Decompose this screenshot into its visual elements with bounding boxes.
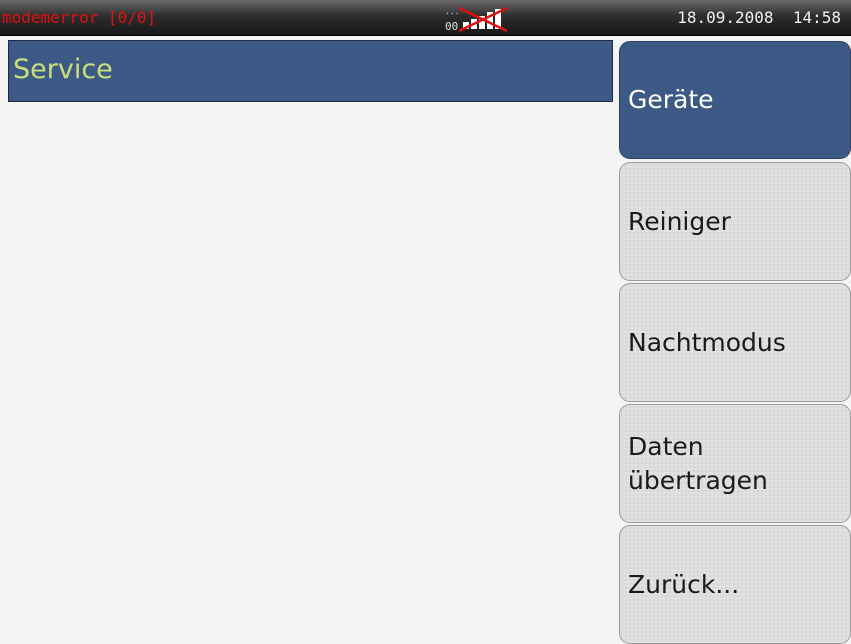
status-bar: modemerror [0/0] ... 00 18.09.2008 14:58 xyxy=(0,0,851,36)
menu-button-zurueck[interactable]: Zurück... xyxy=(619,525,851,644)
menu-button-daten-uebertragen[interactable]: Daten übertragen xyxy=(619,404,851,523)
menu-button-reiniger[interactable]: Reiniger xyxy=(619,162,851,281)
modem-error-status: modemerror [0/0] xyxy=(2,8,157,27)
svg-text:...: ... xyxy=(445,7,459,16)
page-title: Service xyxy=(13,54,113,85)
main-content-area: Service xyxy=(0,36,617,644)
menu-button-geraete[interactable]: Geräte xyxy=(619,41,851,159)
datetime-display: 18.09.2008 14:58 xyxy=(677,8,841,27)
menu-button-label: Geräte xyxy=(628,85,714,114)
menu-button-label: Nachtmodus xyxy=(628,327,786,357)
menu-button-nachtmodus[interactable]: Nachtmodus xyxy=(619,283,851,402)
page-title-bar: Service xyxy=(8,40,613,102)
menu-button-label: Daten übertragen xyxy=(628,431,768,495)
signal-counter: 00 xyxy=(445,20,458,32)
menu-button-label: Zurück... xyxy=(628,569,740,599)
menu-button-label: Reiniger xyxy=(628,206,731,236)
signal-strength-crossed-icon: ... 00 xyxy=(445,6,535,33)
